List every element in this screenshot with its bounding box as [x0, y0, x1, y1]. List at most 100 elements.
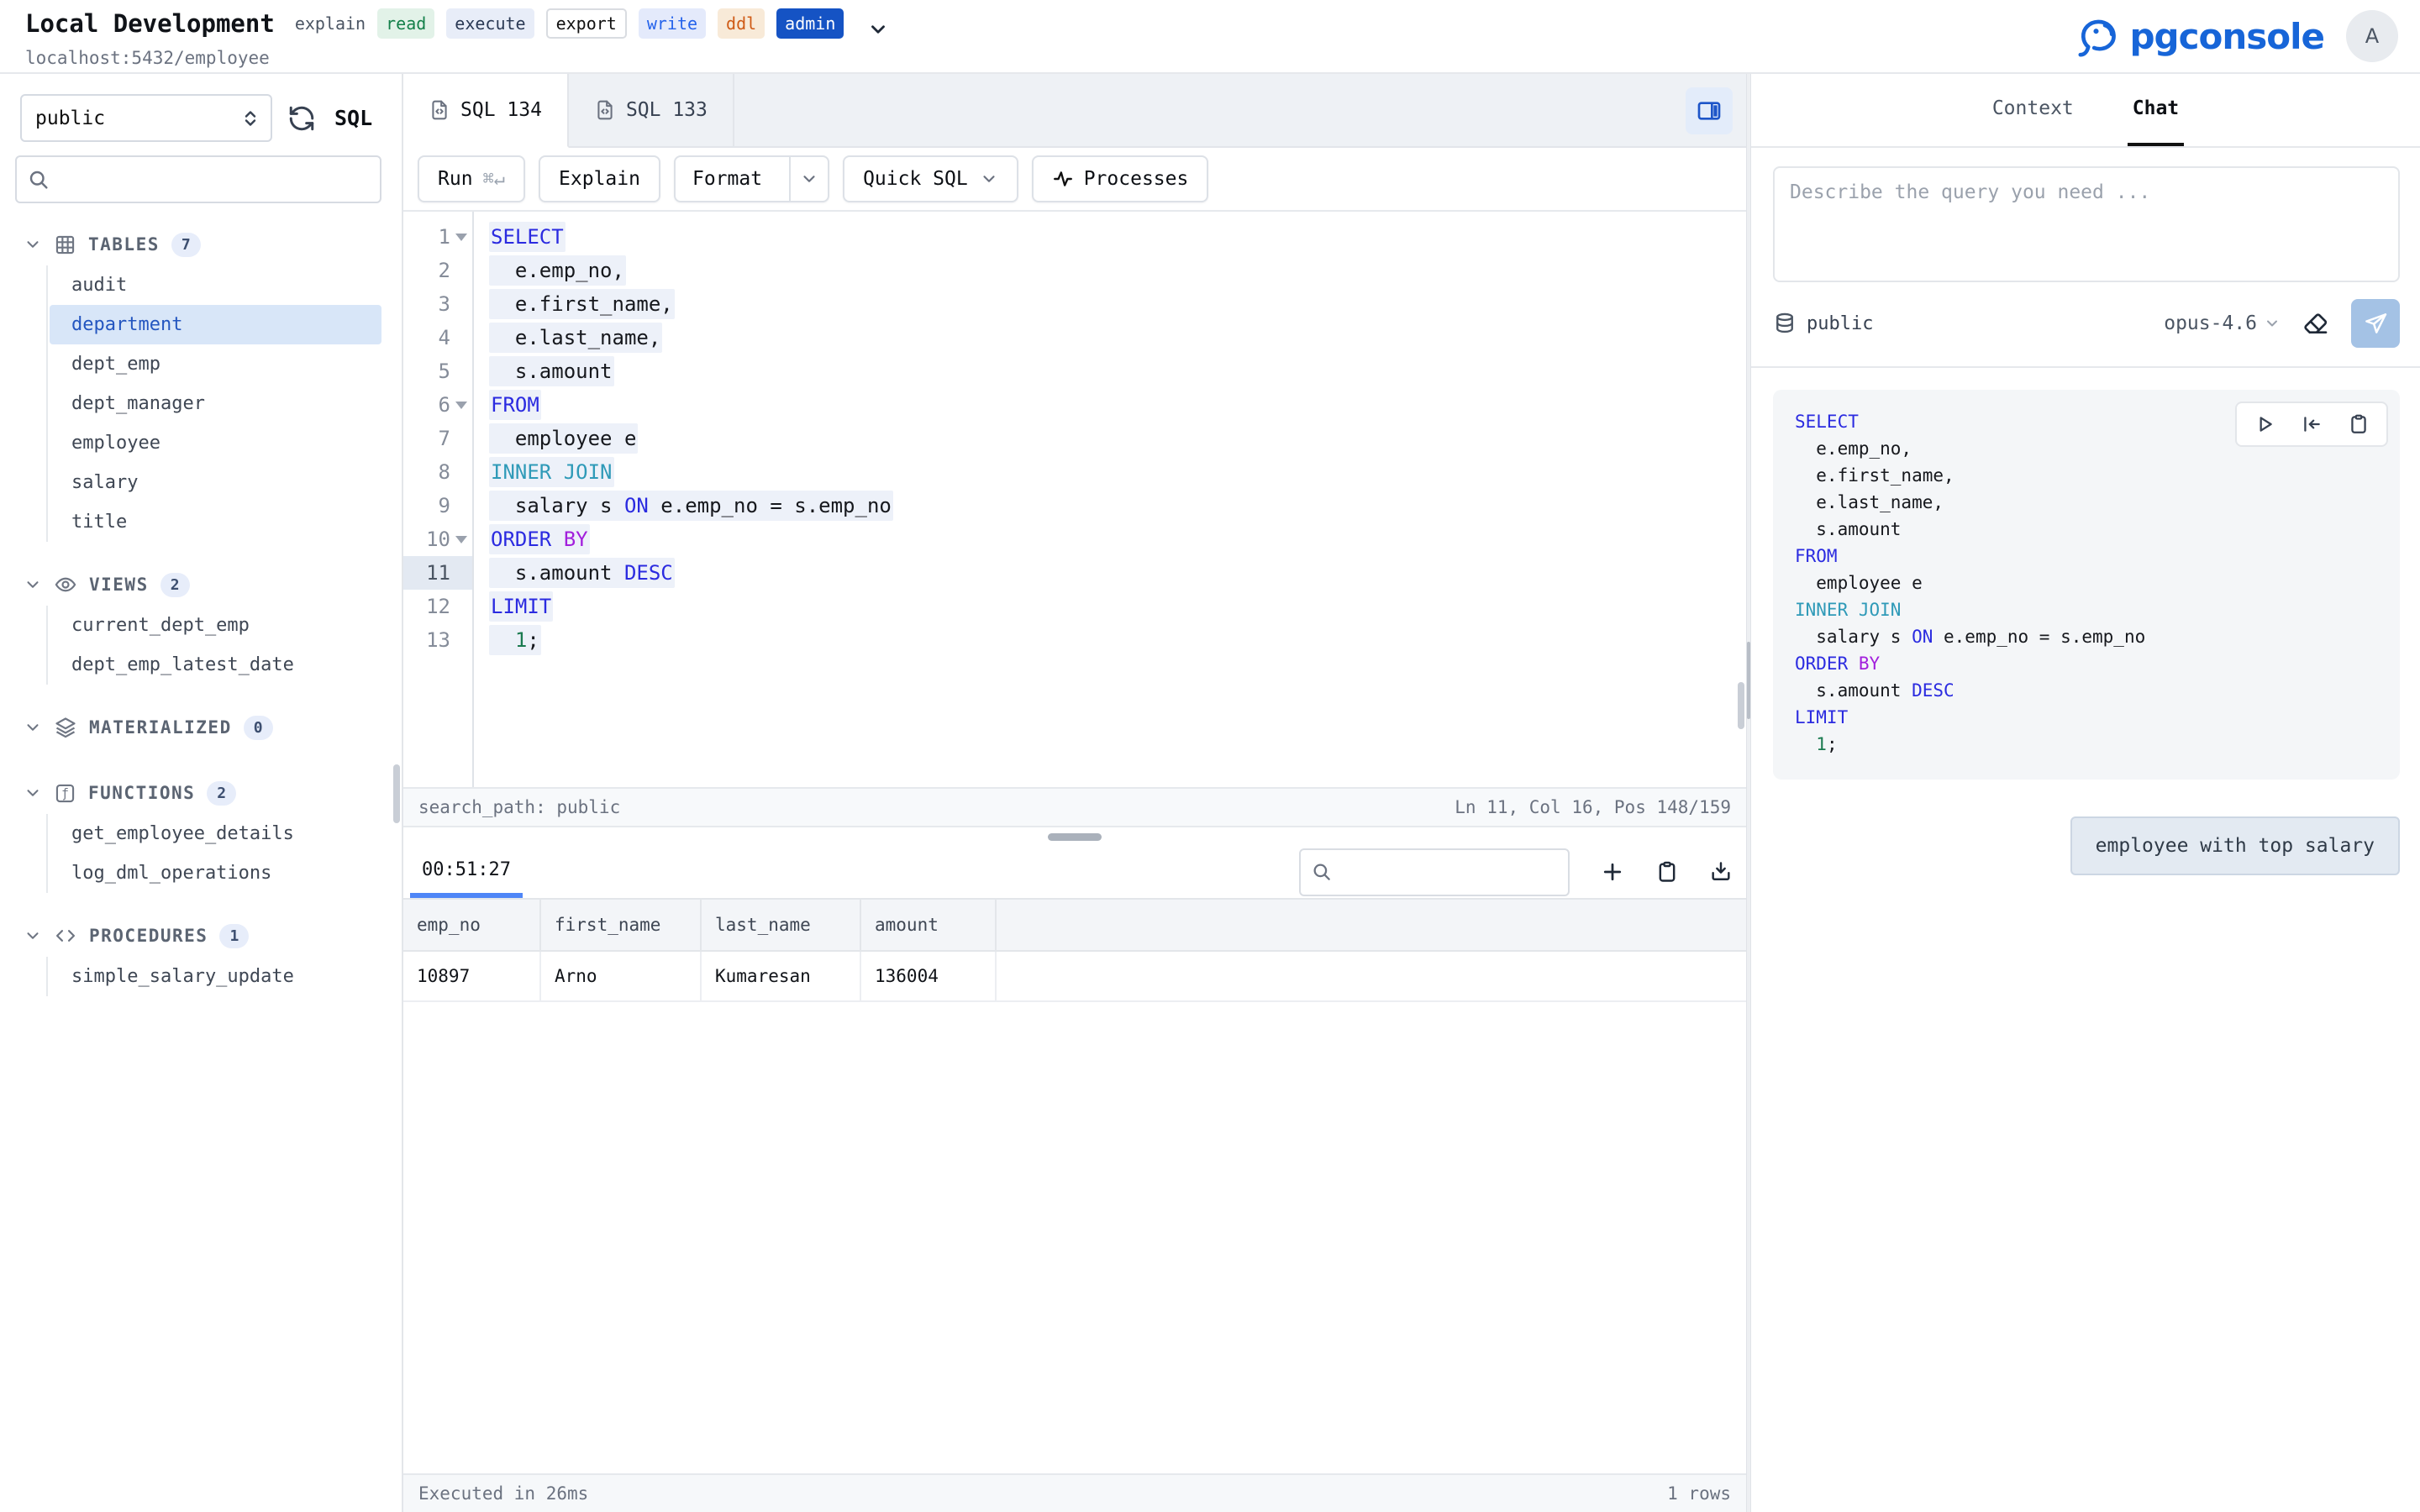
processes-label: Processes: [1084, 168, 1189, 190]
sql-editor[interactable]: 12345678910111213 SELECT e.emp_no, e.fir…: [403, 212, 1746, 787]
column-header-last_name[interactable]: last_name: [702, 900, 861, 950]
column-header-emp_no[interactable]: emp_no: [403, 900, 541, 950]
code-line: s.amount DESC: [489, 556, 1746, 590]
resize-handle[interactable]: [1048, 833, 1102, 841]
panel-toggle-button[interactable]: [1686, 87, 1733, 134]
tab-context[interactable]: Context: [1987, 74, 2079, 146]
result-timer-tab[interactable]: 00:51:27: [410, 846, 523, 898]
sidebar-scrollbar[interactable]: [393, 764, 400, 823]
send-button[interactable]: [2351, 299, 2400, 348]
sidebar-item-dept_manager[interactable]: dept_manager: [50, 384, 381, 423]
assistant-code-line: INNER JOIN: [1795, 596, 2378, 623]
avatar[interactable]: A: [2346, 10, 2398, 62]
chevron-down-icon: [24, 575, 42, 594]
permission-badge-export[interactable]: export: [546, 8, 627, 39]
format-label[interactable]: Format: [676, 157, 779, 201]
row-count: 1 rows: [1667, 1483, 1731, 1504]
sidebar-item-current_dept_emp[interactable]: current_dept_emp: [50, 606, 381, 645]
processes-button[interactable]: Processes: [1032, 155, 1209, 202]
divider-scrollbar-thumb[interactable]: [1747, 642, 1750, 719]
sidebar-item-department[interactable]: department: [50, 305, 381, 344]
quick-sql-button[interactable]: Quick SQL: [843, 155, 1018, 202]
sidebar-item-employee[interactable]: employee: [50, 423, 381, 463]
assistant-code-line: e.last_name,: [1795, 489, 2378, 516]
sidebar-item-log_dml_operations[interactable]: log_dml_operations: [50, 853, 381, 893]
tab-chat[interactable]: Chat: [2128, 74, 2184, 146]
section-header-tables[interactable]: TABLES7: [0, 227, 402, 262]
sidebar-item-audit[interactable]: audit: [50, 265, 381, 305]
assistant-sql-response: SELECT e.emp_no, e.first_name, e.last_na…: [1773, 390, 2400, 780]
sql-mode-label[interactable]: SQL: [334, 106, 372, 130]
permission-badge-write[interactable]: write: [639, 8, 706, 39]
code-line: salary s ON e.emp_no = s.emp_no: [489, 489, 1746, 522]
section-functions: ƒFUNCTIONS2get_employee_detailslog_dml_o…: [0, 775, 402, 893]
section-tables: TABLES7auditdepartmentdept_empdept_manag…: [0, 227, 402, 542]
section-header-procedures[interactable]: PROCEDURES1: [0, 918, 402, 953]
add-row-icon[interactable]: [1600, 859, 1625, 885]
schema-select-value: public: [35, 108, 105, 129]
section-header-functions[interactable]: ƒFUNCTIONS2: [0, 775, 402, 811]
sidebar-item-simple_salary_update[interactable]: simple_salary_update: [50, 957, 381, 996]
fold-icon[interactable]: [455, 536, 467, 543]
gutter-line: 8: [403, 455, 472, 489]
permission-badge-execute[interactable]: execute: [446, 8, 534, 39]
sidebar-item-dept_emp[interactable]: dept_emp: [50, 344, 381, 384]
refresh-icon[interactable]: [287, 104, 316, 133]
permission-badge-ddl[interactable]: ddl: [718, 8, 765, 39]
panel-divider[interactable]: [1746, 74, 1751, 1512]
fold-icon[interactable]: [455, 234, 467, 241]
sidebar-item-dept_emp_latest_date[interactable]: dept_emp_latest_date: [50, 645, 381, 685]
format-button[interactable]: Format: [674, 155, 829, 202]
copy-snippet-icon[interactable]: [2348, 413, 2370, 435]
editor-code-area[interactable]: SELECT e.emp_no, e.first_name, e.last_na…: [474, 212, 1746, 787]
results-search[interactable]: [1299, 848, 1570, 896]
context-schema-label: public: [1807, 313, 1873, 334]
sidebar-item-salary[interactable]: salary: [50, 463, 381, 502]
tab-sql-133[interactable]: SQL 133: [569, 74, 734, 146]
schema-sidebar: public SQL TABLES7auditdepartmentdept_em…: [0, 74, 403, 1512]
sidebar-item-title[interactable]: title: [50, 502, 381, 542]
run-button[interactable]: Run ⌘↵: [418, 155, 525, 202]
layers-icon: [54, 716, 77, 739]
copy-results-icon[interactable]: [1655, 860, 1679, 884]
explain-button[interactable]: Explain: [539, 155, 660, 202]
model-selector[interactable]: opus-4.6: [2164, 312, 2281, 334]
chat-input[interactable]: [1775, 168, 2398, 281]
insert-to-editor-icon[interactable]: [2301, 413, 2323, 435]
permission-badge-admin[interactable]: admin: [776, 8, 844, 39]
results-search-input[interactable]: [1341, 861, 1558, 883]
code-line: s.amount: [489, 354, 1746, 388]
code-line: LIMIT: [489, 590, 1746, 623]
schema-select[interactable]: public: [20, 94, 272, 142]
column-header-amount[interactable]: amount: [861, 900, 997, 950]
column-header-first_name[interactable]: first_name: [541, 900, 702, 950]
chevron-down-icon[interactable]: [867, 18, 889, 40]
download-results-icon[interactable]: [1709, 860, 1733, 884]
section-header-materialized[interactable]: MATERIALIZED0: [0, 710, 402, 745]
sidebar-search-input[interactable]: [59, 168, 370, 191]
run-snippet-icon[interactable]: [2254, 413, 2275, 435]
clear-chat-icon[interactable]: [2302, 310, 2329, 337]
section-items: current_dept_empdept_emp_latest_date: [46, 606, 381, 685]
editor-scrollbar[interactable]: [1738, 682, 1744, 729]
section-procedures: PROCEDURES1 simple_salary_update: [0, 918, 402, 996]
function-icon: ƒ: [54, 782, 76, 805]
permission-badge-read[interactable]: read: [377, 8, 434, 39]
sidebar-item-get_employee_details[interactable]: get_employee_details: [50, 814, 381, 853]
format-dropdown-chevron-icon[interactable]: [789, 157, 828, 201]
search-path-status: search_path: public: [418, 797, 620, 817]
section-items: auditdepartmentdept_empdept_manageremplo…: [46, 265, 381, 542]
svg-text:ƒ: ƒ: [61, 786, 69, 801]
chat-composer[interactable]: [1773, 166, 2400, 282]
editor-toolbar: Run ⌘↵ Explain Format Quick SQL: [403, 148, 1746, 212]
context-schema[interactable]: public: [1773, 312, 1873, 335]
sidebar-search[interactable]: [15, 155, 381, 203]
tab-sql-134[interactable]: SQL 134: [403, 74, 569, 148]
fold-icon[interactable]: [455, 402, 467, 409]
section-label: MATERIALIZED: [89, 717, 232, 738]
table-grid-icon: [54, 234, 76, 256]
assistant-code-line: FROM: [1795, 543, 2378, 570]
section-header-views[interactable]: VIEWS2: [0, 567, 402, 602]
assistant-code-line: salary s ON e.emp_no = s.emp_no: [1795, 623, 2378, 650]
permission-badge-explain[interactable]: explain: [295, 8, 366, 39]
